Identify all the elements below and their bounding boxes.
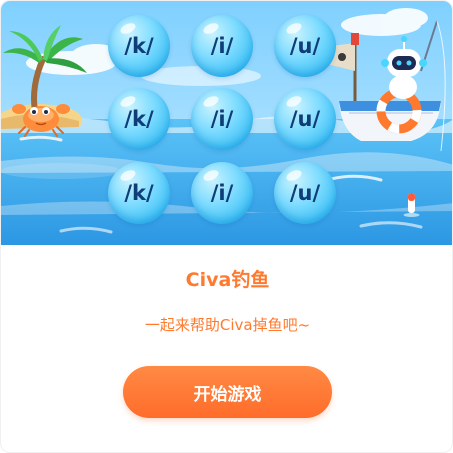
bubble-label: /i/ [210, 34, 234, 58]
bubble-label: /k/ [124, 107, 154, 131]
bubble-r1c1[interactable]: /k/ [108, 15, 170, 77]
game-info: Civa钓鱼 一起来帮助Civa掉鱼吧~ 开始游戏 [1, 245, 452, 452]
bubble-r2c3[interactable]: /u/ [274, 88, 336, 150]
bubble-r1c3[interactable]: /u/ [274, 15, 336, 77]
start-game-button[interactable]: 开始游戏 [123, 366, 332, 418]
phoneme-bubble-grid: /k/ /i/ /u/ /k/ /i/ /u/ /k/ /i/ /u/ [108, 15, 343, 239]
bubble-label: /u/ [289, 181, 321, 205]
bubble-r3c1[interactable]: /k/ [108, 162, 170, 224]
bubble-label: /k/ [124, 181, 154, 205]
bubble-label: /i/ [210, 181, 234, 205]
bubble-label: /u/ [289, 107, 321, 131]
game-card[interactable]: /k/ /i/ /u/ /k/ /i/ /u/ /k/ /i/ /u/ Civa… [0, 0, 453, 453]
bubble-r1c2[interactable]: /i/ [191, 15, 253, 77]
bubble-label: /k/ [124, 34, 154, 58]
bubble-r2c1[interactable]: /k/ [108, 88, 170, 150]
bubble-r3c3[interactable]: /u/ [274, 162, 336, 224]
game-subtitle: 一起来帮助Civa掉鱼吧~ [144, 316, 311, 334]
bubble-label: /u/ [289, 34, 321, 58]
bubble-label: /i/ [210, 107, 234, 131]
bubble-r2c2[interactable]: /i/ [191, 88, 253, 150]
game-title: Civa钓鱼 [185, 269, 270, 291]
bubble-r3c2[interactable]: /i/ [191, 162, 253, 224]
